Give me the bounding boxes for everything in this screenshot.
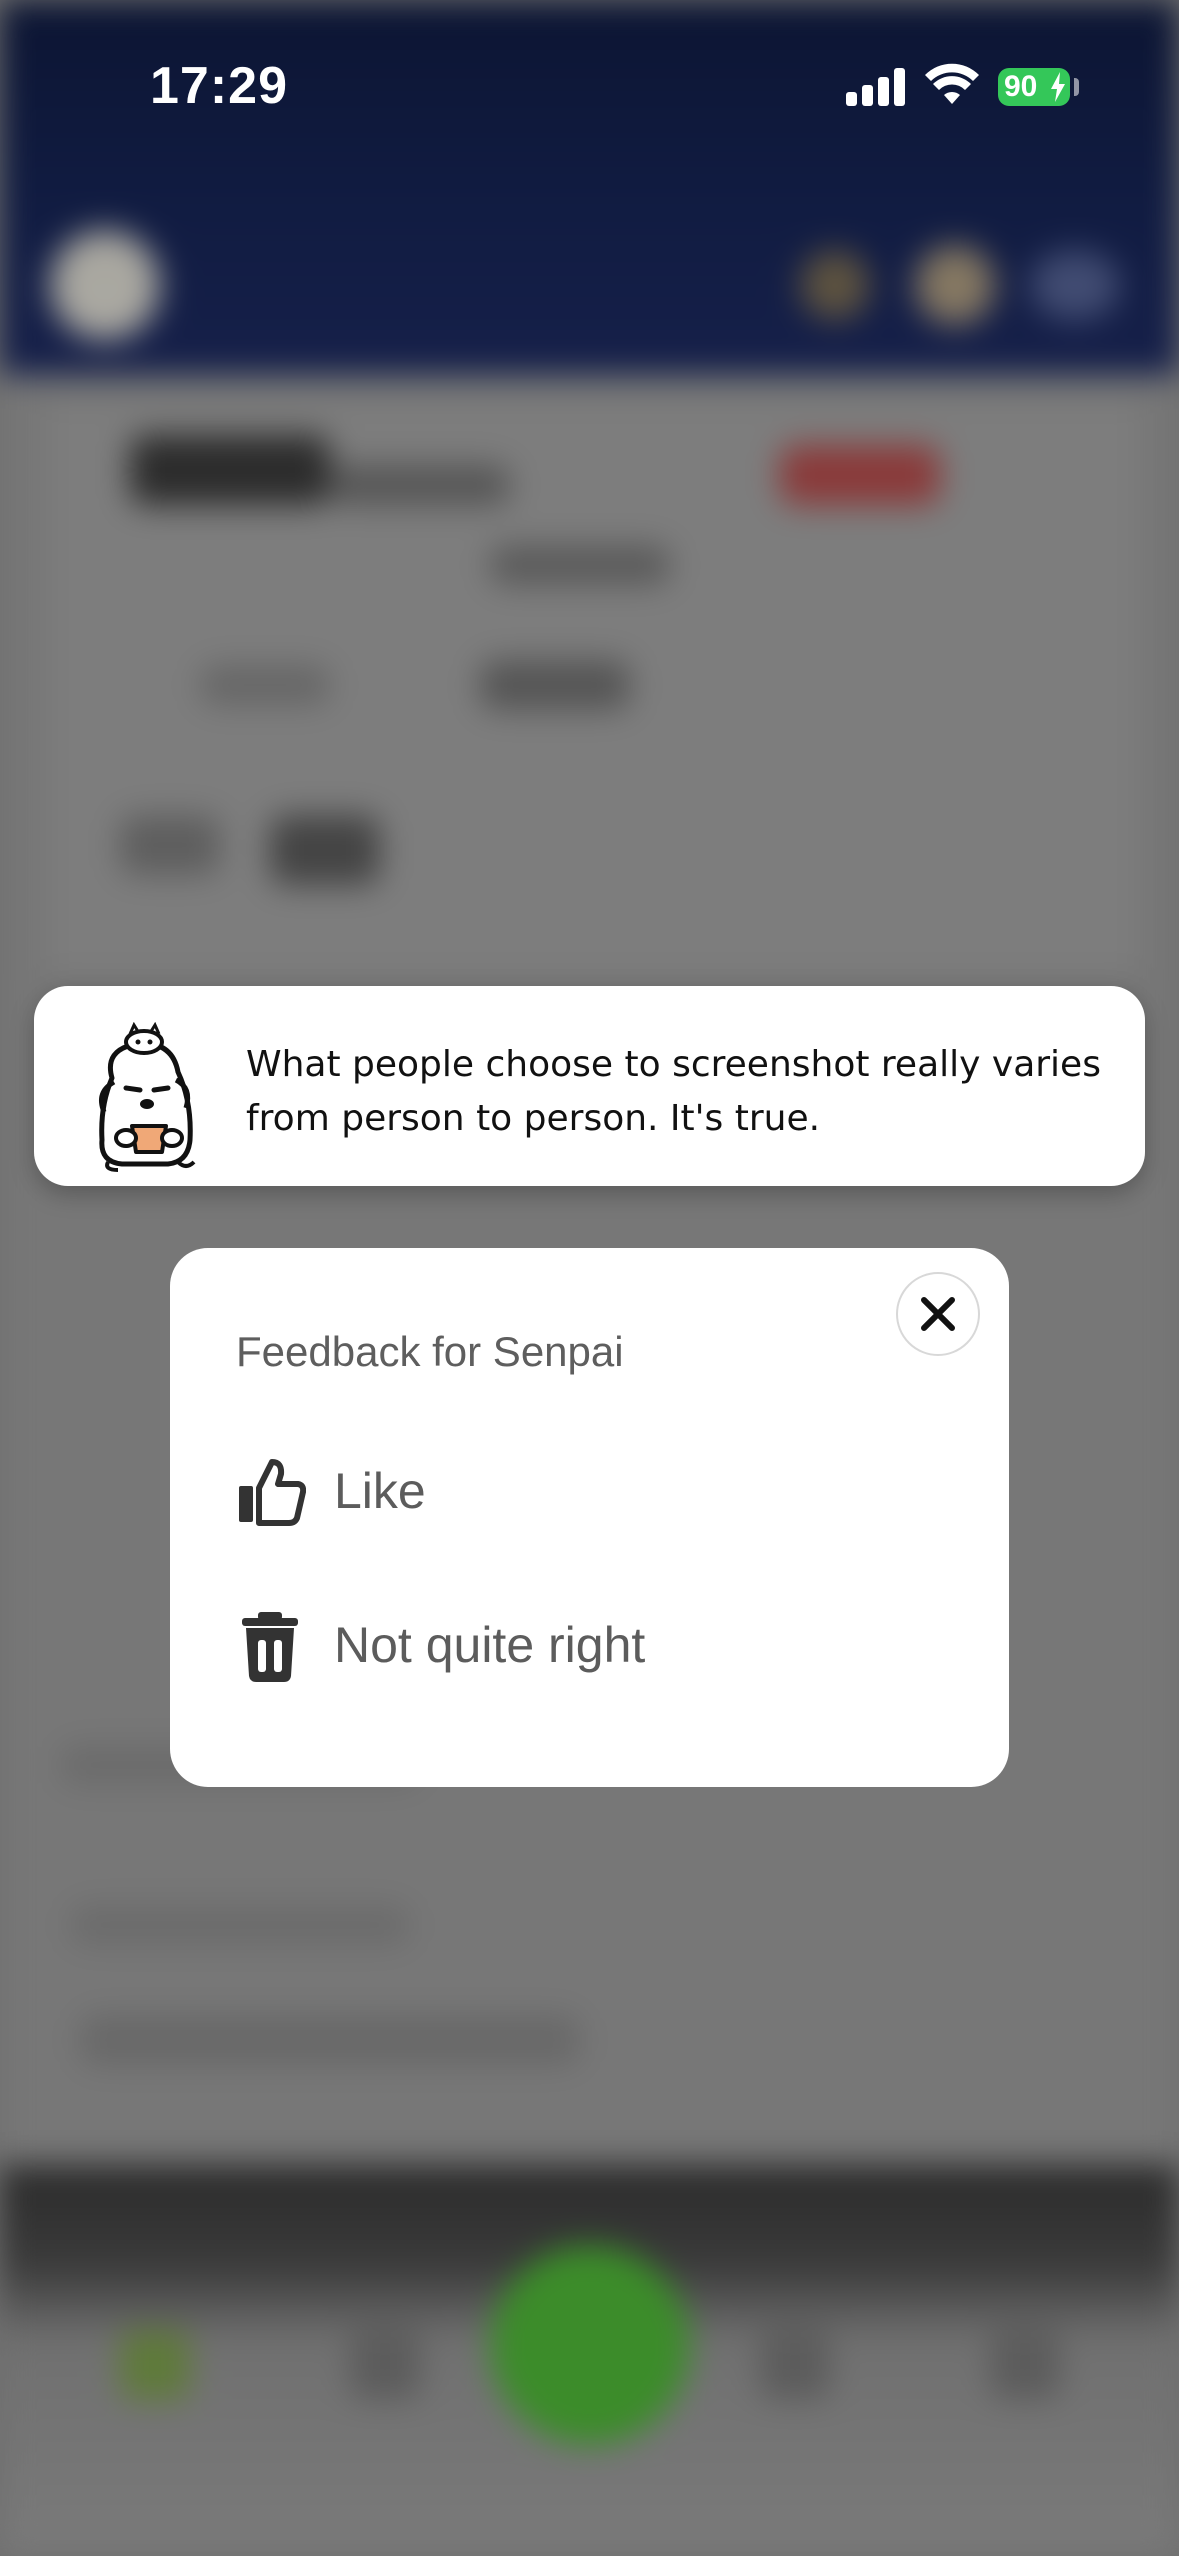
battery-indicator: 90 bbox=[998, 68, 1070, 106]
feedback-title: Feedback for Senpai bbox=[236, 1328, 624, 1375]
charging-bolt-icon bbox=[1051, 72, 1065, 102]
status-bar: 17:29 90 bbox=[0, 0, 1179, 170]
close-button[interactable] bbox=[896, 1272, 980, 1356]
tab-second bbox=[350, 2330, 420, 2400]
feedback-dialog: Feedback for Senpai Like Not quite right bbox=[170, 1248, 1009, 1787]
not-quite-right-label: Not quite right bbox=[334, 1617, 646, 1673]
wifi-icon bbox=[925, 63, 979, 104]
cellular-signal-icon bbox=[846, 66, 906, 106]
mascot-toast[interactable]: What people choose to screenshot really … bbox=[34, 986, 1145, 1186]
close-icon bbox=[921, 1297, 955, 1331]
battery-percent: 90 bbox=[1004, 70, 1038, 103]
battery-tip bbox=[1074, 78, 1079, 96]
tab-fifth bbox=[990, 2330, 1060, 2400]
like-option[interactable]: Like bbox=[236, 1448, 936, 1548]
trash-icon bbox=[242, 1612, 298, 1682]
not-quite-right-option[interactable]: Not quite right bbox=[236, 1602, 936, 1702]
tab-fourth bbox=[760, 2330, 830, 2400]
toast-message: What people choose to screenshot really … bbox=[246, 1044, 1101, 1139]
center-action-button bbox=[490, 2245, 690, 2445]
dog-mascot-with-cup-icon bbox=[99, 1022, 196, 1172]
like-label: Like bbox=[334, 1463, 426, 1519]
tab-home bbox=[120, 2330, 190, 2400]
thumbs-up-icon bbox=[239, 1459, 306, 1526]
status-time: 17:29 bbox=[150, 57, 288, 115]
